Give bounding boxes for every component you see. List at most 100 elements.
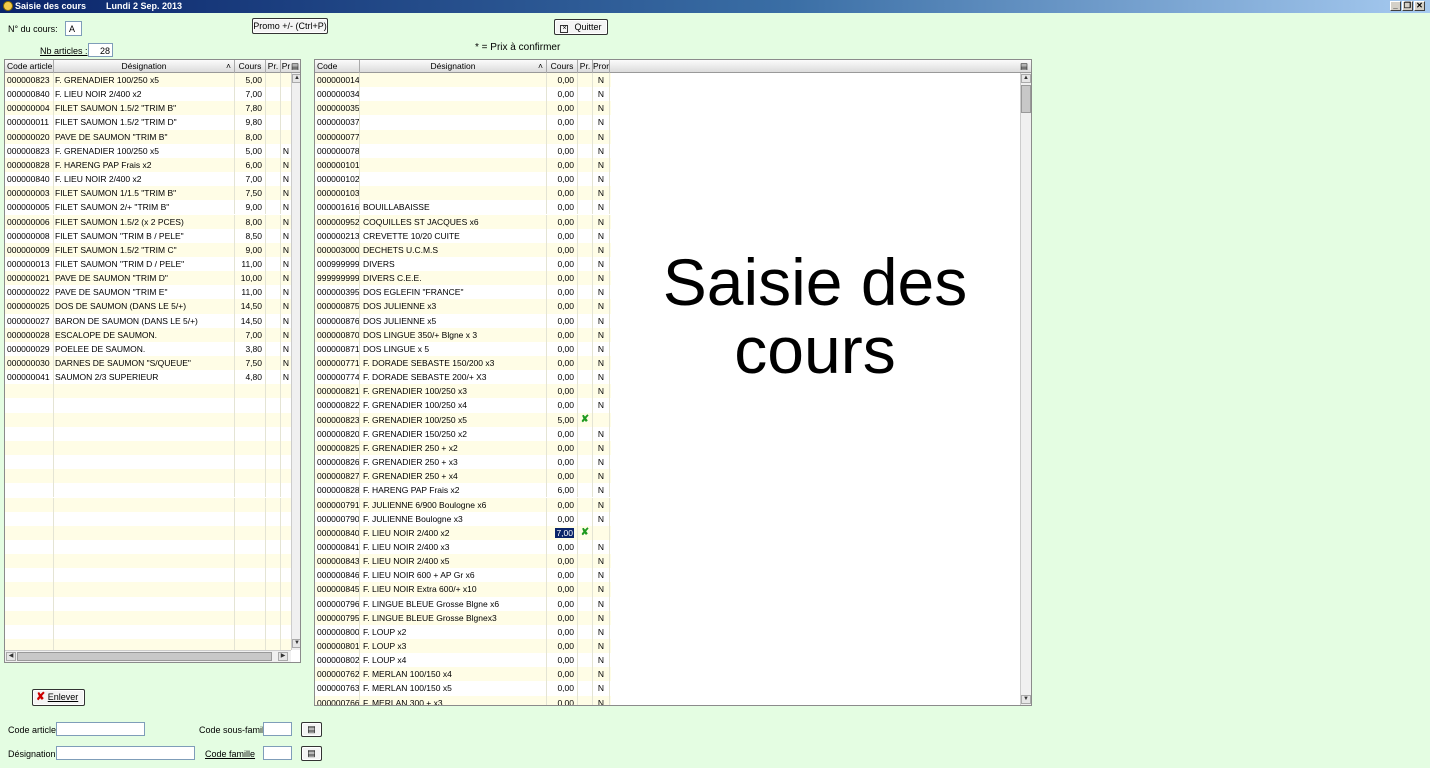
table-row[interactable]: 000000763 F. MERLAN 100/150 x5 0,00 N bbox=[315, 681, 611, 696]
column-chooser-icon[interactable]: ▤ bbox=[291, 60, 300, 73]
cell-cours[interactable]: 0,00 bbox=[547, 667, 578, 682]
table-row[interactable]: 000000825 F. GRENADIER 250 + x2 0,00 N bbox=[315, 440, 611, 456]
cell-cours[interactable]: 0,00 bbox=[547, 256, 578, 272]
table-row[interactable] bbox=[5, 412, 291, 427]
table-row[interactable] bbox=[5, 497, 291, 512]
cell-cours[interactable]: 0,00 bbox=[547, 200, 578, 215]
confirm-check-icon[interactable]: ✘ bbox=[578, 525, 593, 540]
cell-cours[interactable]: 3,80 bbox=[235, 341, 266, 356]
cell-cours[interactable]: 7,00 bbox=[235, 87, 266, 102]
col-pr[interactable]: Pr. bbox=[578, 60, 593, 73]
table-row[interactable]: 000000840 F. LIEU NOIR 2/400 x2 7,00 N bbox=[5, 172, 291, 187]
table-row[interactable]: 000000843 F. LIEU NOIR 2/400 x5 0,00 N bbox=[315, 554, 611, 569]
table-row[interactable]: 000999999 DIVERS 0,00 N bbox=[315, 256, 611, 272]
table-row[interactable]: 999999999 DIVERS C.E.E. 0,00 N bbox=[315, 271, 611, 286]
table-row[interactable]: 000000828 F. HARENG PAP Frais x2 6,00 N bbox=[5, 157, 291, 173]
cell-cours[interactable]: 0,00 bbox=[547, 101, 578, 116]
scroll-up-arrow-icon[interactable]: ▲ bbox=[292, 74, 300, 83]
cell-cours[interactable]: 0,00 bbox=[547, 299, 578, 314]
cell-cours[interactable]: 9,80 bbox=[235, 115, 266, 130]
cell-cours[interactable]: 0,00 bbox=[547, 143, 578, 158]
quit-button[interactable]: × Quitter bbox=[554, 19, 608, 35]
table-row[interactable]: 000000006 FILET SAUMON 1.5/2 (x 2 PCES) 8,… bbox=[5, 214, 291, 229]
cell-cours[interactable]: 0,00 bbox=[547, 554, 578, 569]
cell-cours[interactable]: 0,00 bbox=[547, 186, 578, 201]
table-row[interactable]: 000000004 FILET SAUMON 1.5/2 "TRIM B" 7,80 bbox=[5, 101, 291, 116]
cell-cours[interactable]: 10,00 bbox=[235, 271, 266, 286]
cell-cours[interactable]: 0,00 bbox=[547, 214, 578, 229]
table-row[interactable] bbox=[5, 426, 291, 441]
cell-cours[interactable]: 0,00 bbox=[547, 568, 578, 583]
table-row[interactable] bbox=[5, 568, 291, 583]
cell-cours[interactable]: 14,50 bbox=[235, 299, 266, 314]
table-row[interactable]: 000000790 F. JULIENNE Boulogne x3 0,00 N bbox=[315, 511, 611, 526]
table-row[interactable]: 000000828 F. HARENG PAP Frais x2 6,00 N bbox=[315, 483, 611, 498]
code-sous-famille-input[interactable] bbox=[263, 722, 292, 736]
cell-cours[interactable]: 0,00 bbox=[547, 73, 578, 88]
cell-cours[interactable] bbox=[235, 582, 266, 597]
table-row[interactable]: 000000876 DOS JULIENNE x5 0,00 N bbox=[315, 313, 611, 328]
table-row[interactable]: 000000077 0,00 N bbox=[315, 129, 611, 144]
table-row[interactable]: 000000771 F. DORADE SEBASTE 150/200 x3 0,0… bbox=[315, 356, 611, 371]
cell-cours[interactable]: 0,00 bbox=[547, 440, 578, 456]
cell-cours[interactable]: 7,80 bbox=[235, 101, 266, 116]
cell-cours[interactable]: 0,00 bbox=[547, 370, 578, 385]
scroll-left-arrow-icon[interactable]: ◀ bbox=[6, 652, 16, 661]
cell-cours[interactable]: 0,00 bbox=[547, 271, 578, 286]
cell-cours[interactable]: 7,00 bbox=[235, 327, 266, 342]
cell-cours[interactable]: 0,00 bbox=[547, 639, 578, 654]
horizontal-scroll-thumb[interactable] bbox=[17, 652, 272, 661]
cell-cours[interactable] bbox=[235, 497, 266, 512]
cell-cours[interactable] bbox=[235, 455, 266, 470]
table-row[interactable]: 000000008 FILET SAUMON "TRIM B / PELE" 8,5… bbox=[5, 228, 291, 243]
cell-cours[interactable]: 0,00 bbox=[547, 497, 578, 512]
cell-cours[interactable]: 0,00 bbox=[547, 624, 578, 639]
table-row[interactable]: 000000013 FILET SAUMON "TRIM D / PELE" 11,… bbox=[5, 256, 291, 272]
cell-cours[interactable]: 0,00 bbox=[547, 356, 578, 371]
cell-cours[interactable]: 8,50 bbox=[235, 228, 266, 243]
table-row[interactable]: 000000762 F. MERLAN 100/150 x4 0,00 N bbox=[315, 667, 611, 682]
table-row[interactable]: 000001616 BOUILLABAISSE 0,00 N bbox=[315, 200, 611, 215]
right-vertical-scrollbar[interactable]: ▲ ▼ bbox=[1020, 73, 1031, 705]
sous-famille-lookup-button[interactable]: ▤ bbox=[301, 722, 322, 737]
confirm-check-icon[interactable]: ✘ bbox=[578, 412, 593, 427]
restore-button[interactable]: ❐ bbox=[1402, 1, 1413, 11]
col-designation[interactable]: Désignation ˄ bbox=[54, 60, 235, 73]
cell-cours[interactable]: 0,00 bbox=[547, 285, 578, 300]
table-row[interactable]: 000000827 F. GRENADIER 250 + x4 0,00 N bbox=[315, 469, 611, 484]
cell-cours[interactable]: 0,00 bbox=[547, 228, 578, 243]
cell-cours[interactable]: 0,00 bbox=[547, 384, 578, 399]
table-row[interactable]: 000000952 COQUILLES ST JACQUES x6 0,00 N bbox=[315, 214, 611, 229]
table-row[interactable]: 000000823 F. GRENADIER 100/250 x5 5,00 bbox=[5, 73, 291, 88]
selected-articles-grid[interactable]: Code article Désignation ˄ Cours Pr. Pr ▤… bbox=[4, 59, 301, 663]
cell-cours[interactable] bbox=[235, 483, 266, 498]
table-row[interactable]: 000000041 SAUMON 2/3 SUPERIEUR 4,80 N bbox=[5, 370, 291, 385]
table-row[interactable]: 000000845 F. LIEU NOIR Extra 600/+ x10 0,0… bbox=[315, 582, 611, 597]
cell-cours[interactable]: 0,00 bbox=[547, 455, 578, 470]
cell-cours[interactable]: 0,00 bbox=[547, 426, 578, 441]
cell-cours[interactable] bbox=[235, 610, 266, 625]
table-row[interactable]: 000000078 0,00 N bbox=[315, 143, 611, 158]
table-row[interactable] bbox=[5, 624, 291, 639]
cell-cours[interactable]: 0,00 bbox=[547, 469, 578, 484]
table-row[interactable]: 000000030 DARNES DE SAUMON "S/QUEUE" 7,50 N bbox=[5, 356, 291, 371]
cell-cours[interactable]: 6,00 bbox=[547, 483, 578, 498]
vertical-scroll-thumb[interactable] bbox=[1021, 85, 1031, 113]
col-cours[interactable]: Cours bbox=[547, 60, 578, 73]
cell-cours[interactable] bbox=[235, 426, 266, 441]
table-row[interactable]: 000003000 DECHETS U.C.M.S 0,00 N bbox=[315, 242, 611, 257]
cell-cours[interactable] bbox=[235, 398, 266, 413]
cell-cours[interactable]: 0,00 bbox=[547, 172, 578, 187]
scroll-up-arrow-icon[interactable]: ▲ bbox=[1021, 74, 1031, 83]
table-row[interactable]: 000000005 FILET SAUMON 2/+ "TRIM B" 9,00 N bbox=[5, 200, 291, 215]
cell-cours[interactable]: 0,00 bbox=[547, 341, 578, 356]
table-row[interactable]: 000000823 F. GRENADIER 100/250 x5 5,00 ✘ bbox=[315, 412, 611, 427]
col-pr[interactable]: Pr. bbox=[266, 60, 281, 73]
table-row[interactable] bbox=[5, 596, 291, 611]
col-promo[interactable]: Pror bbox=[593, 60, 610, 73]
table-row[interactable]: 000000025 DOS DE SAUMON (DANS LE 5/+) 14,5… bbox=[5, 299, 291, 314]
table-row[interactable] bbox=[5, 525, 291, 540]
scroll-down-arrow-icon[interactable]: ▼ bbox=[1021, 695, 1031, 704]
cell-cours[interactable]: 8,00 bbox=[235, 214, 266, 229]
table-row[interactable] bbox=[5, 582, 291, 597]
